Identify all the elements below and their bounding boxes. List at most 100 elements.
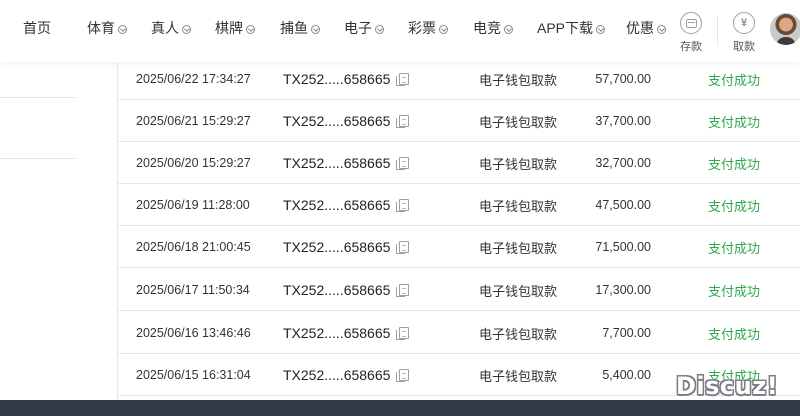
order-number: TX252.....658665 [283,113,391,129]
copy-icon[interactable] [396,73,410,86]
deposit-button[interactable]: 存款 [671,12,711,54]
sidebar-divider [0,158,76,159]
chevron-down-icon [439,24,448,34]
nav-item-cards[interactable]: 棋牌 [215,18,255,38]
nav-item-label: 优惠 [626,20,654,36]
status-badge: 支付成功 [708,240,761,256]
order-number-cell: TX252.....658665 [283,100,410,142]
transaction-type: 电子钱包取款 [479,114,558,130]
chevron-down-icon [118,24,127,34]
order-number-cell: TX252.....658665 [283,142,410,184]
order-number: TX252.....658665 [283,282,391,298]
table-row[interactable]: 2025/06/18 21:00:45 TX252.....658665 电子钱… [118,226,800,268]
chevron-down-icon [596,24,606,34]
nav-item-label: 真人 [151,20,179,36]
transaction-type: 电子钱包取款 [479,368,558,384]
transaction-amount: 37,700.00 [595,114,651,128]
order-number: TX252.....658665 [283,239,391,255]
order-number: TX252.....658665 [283,197,391,213]
transaction-time: 2025/06/16 13:46:46 [136,326,251,340]
copy-icon[interactable] [396,199,410,212]
nav-item-sports[interactable]: 体育 [87,18,127,38]
status-badge: 支付成功 [708,326,761,342]
transaction-time: 2025/06/21 15:29:27 [136,114,251,128]
nav-item-esports[interactable]: 电竞 [473,18,513,38]
transaction-time: 2025/06/22 17:34:27 [136,72,251,86]
bottom-bar [0,400,800,416]
transaction-time: 2025/06/15 16:31:04 [136,368,251,382]
transaction-type: 电子钱包取款 [479,156,558,172]
order-number-cell: TX252.....658665 [283,354,410,396]
table-row[interactable]: 2025/06/20 15:29:27 TX252.....658665 电子钱… [118,142,800,184]
nav-item-label: 捕鱼 [280,20,308,36]
order-number: TX252.....658665 [283,367,391,383]
sidebar-divider [0,97,76,98]
nav-item-promotions[interactable]: 优惠 [626,18,666,38]
order-number-cell: TX252.....658665 [283,269,410,311]
table-row[interactable]: 2025/06/17 11:50:34 TX252.....658665 电子钱… [118,269,800,311]
chevron-down-icon [657,24,666,34]
transaction-type: 电子钱包取款 [479,240,558,256]
nav-item-slots[interactable]: 电子 [344,18,384,38]
transaction-time: 2025/06/19 11:28:00 [136,198,250,212]
transaction-amount: 71,500.00 [595,240,651,254]
order-number-cell: TX252.....658665 [283,226,410,268]
table-row[interactable]: 2025/06/21 15:29:27 TX252.....658665 电子钱… [118,100,800,142]
nav-item-live[interactable]: 真人 [151,18,191,38]
status-badge: 支付成功 [708,283,761,299]
order-number-cell: TX252.....658665 [283,312,410,354]
yen-icon: ¥ [733,12,755,34]
transaction-amount: 7,700.00 [602,326,651,340]
transaction-type: 电子钱包取款 [479,72,558,88]
nav-item-label: 彩票 [408,20,436,36]
nav-item-app-download[interactable]: APP下载 [537,18,606,38]
order-number: TX252.....658665 [283,325,391,341]
nav-item-lottery[interactable]: 彩票 [408,18,448,38]
transaction-table: 2025/06/22 17:34:27 TX252.....658665 电子钱… [117,62,800,400]
order-number-cell: TX252.....658665 [283,58,410,100]
copy-icon[interactable] [396,241,410,254]
chevron-down-icon [182,24,191,34]
table-row[interactable]: 2025/06/19 11:28:00 TX252.....658665 电子钱… [118,184,800,226]
transaction-time: 2025/06/17 11:50:34 [136,283,250,297]
status-badge: 支付成功 [708,198,761,214]
nav-item-home[interactable]: 首页 [23,18,51,38]
top-navigation: 首页 体育 真人 棋牌 捕鱼 电子 彩票 电竞 APP下载 优惠 存款 ¥ 取款 [0,0,800,62]
transaction-type: 电子钱包取款 [479,198,558,214]
chevron-down-icon [375,24,384,34]
deposit-label: 存款 [680,41,702,53]
nav-item-label: 电竞 [473,20,501,36]
watermark-logo: Discuz! [676,372,779,400]
status-badge: 支付成功 [708,156,761,172]
avatar[interactable] [770,13,800,45]
transaction-amount: 32,700.00 [595,156,651,170]
nav-divider [717,16,718,46]
table-row[interactable]: 2025/06/16 13:46:46 TX252.....658665 电子钱… [118,312,800,354]
order-number: TX252.....658665 [283,155,391,171]
nav-item-label: 体育 [87,20,115,36]
chevron-down-icon [246,24,255,34]
transaction-time: 2025/06/20 15:29:27 [136,156,251,170]
transaction-type: 电子钱包取款 [479,283,558,299]
nav-item-label: 电子 [344,20,372,36]
status-badge: 支付成功 [708,72,761,88]
nav-item-label: 棋牌 [215,20,243,36]
chevron-down-icon [504,24,513,34]
wallet-icon [680,12,702,34]
nav-item-label: 首页 [23,20,51,36]
chevron-down-icon [311,24,320,34]
nav-item-label: APP下载 [537,20,594,36]
withdraw-button[interactable]: ¥ 取款 [724,12,764,54]
sidebar [0,62,117,400]
table-row[interactable]: 2025/06/22 17:34:27 TX252.....658665 电子钱… [118,58,800,100]
status-badge: 支付成功 [708,114,761,130]
copy-icon[interactable] [396,327,410,340]
copy-icon[interactable] [396,284,410,297]
transaction-amount: 47,500.00 [595,198,651,212]
copy-icon[interactable] [396,157,410,170]
nav-item-fishing[interactable]: 捕鱼 [280,18,320,38]
transaction-amount: 5,400.00 [602,368,651,382]
copy-icon[interactable] [396,115,410,128]
copy-icon[interactable] [396,369,410,382]
order-number: TX252.....658665 [283,71,391,87]
